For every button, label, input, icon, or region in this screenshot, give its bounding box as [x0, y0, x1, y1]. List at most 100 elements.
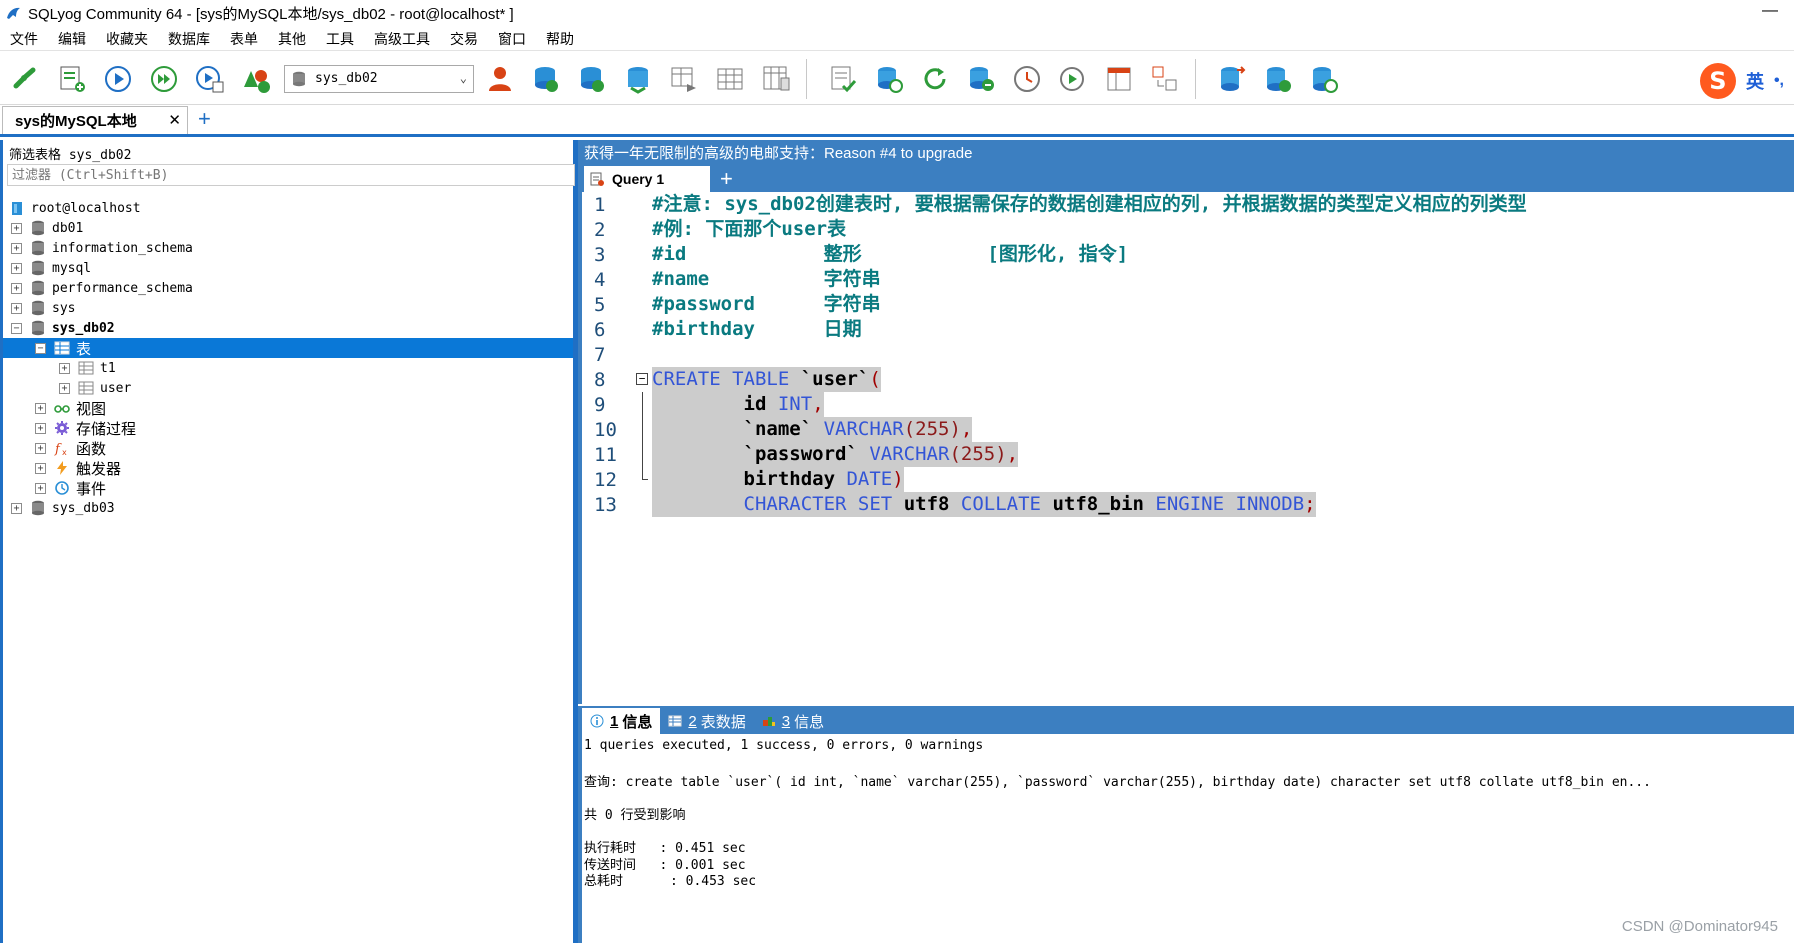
clock-play-icon — [1060, 66, 1084, 91]
add-connection-tab-button[interactable]: + — [198, 106, 211, 132]
query-builder-button[interactable] — [1053, 59, 1093, 99]
collapse-icon[interactable]: − — [35, 342, 46, 354]
execute-query-button[interactable] — [98, 59, 138, 99]
add-query-tab-button[interactable]: + — [720, 166, 733, 192]
menu-transaction[interactable]: 交易 — [440, 29, 488, 49]
upgrade-banner[interactable]: 获得一年无限制的高级的电邮支持：Reason #4 to upgrade — [578, 140, 1794, 164]
new-connection-button[interactable] — [6, 59, 46, 99]
table-data-button[interactable] — [710, 59, 750, 99]
scheduled-jobs-button[interactable] — [1007, 59, 1047, 99]
ime-indicator[interactable]: S 英 •, — [1699, 63, 1784, 99]
tree-table-t1[interactable]: + t1 — [3, 358, 573, 378]
tree-root-label: root@localhost — [31, 200, 141, 216]
backup-schedule-button[interactable] — [1304, 59, 1344, 99]
clock-icon — [1014, 65, 1040, 92]
expand-icon[interactable]: + — [11, 302, 22, 314]
backup-database-button[interactable] — [526, 59, 566, 99]
editor-line: 8 − CREATE TABLE `user`( — [582, 367, 1794, 392]
import-button[interactable] — [618, 59, 658, 99]
menu-file[interactable]: 文件 — [0, 29, 48, 49]
line-number: 3 — [594, 243, 606, 266]
result-tab-messages[interactable]: 1 信息 — [582, 708, 661, 734]
lightning-icon — [57, 461, 67, 475]
menu-advanced-tools[interactable]: 高级工具 — [364, 29, 440, 49]
result-tab-info[interactable]: 3 信息 — [754, 708, 832, 734]
query-tab[interactable]: Query 1 — [584, 166, 710, 192]
expand-icon[interactable]: + — [35, 402, 46, 414]
result-tab-number: 1 — [610, 712, 619, 730]
compare-button[interactable] — [1145, 59, 1185, 99]
tree-db-db01[interactable]: + db01 — [3, 218, 573, 238]
user-manager-button[interactable] — [480, 59, 520, 99]
menu-help[interactable]: 帮助 — [536, 29, 584, 49]
tree-db-mysql[interactable]: + mysql — [3, 258, 573, 278]
menu-edit[interactable]: 编辑 — [48, 29, 96, 49]
database-select[interactable]: sys_db02 ⌄ — [284, 64, 474, 93]
tree-folder-triggers[interactable]: + 触发器 — [3, 458, 573, 478]
expand-icon[interactable]: + — [35, 422, 46, 434]
restore-database-button[interactable] — [572, 59, 612, 99]
title-bar: SQLyog Community 64 - [sys的MySQL本地/sys_d… — [0, 0, 1794, 26]
tree-db-sys[interactable]: + sys — [3, 298, 573, 318]
expand-icon[interactable]: + — [35, 442, 46, 454]
expand-icon[interactable]: + — [11, 242, 22, 254]
expand-icon[interactable]: + — [59, 382, 70, 394]
filter-input[interactable] — [7, 164, 575, 186]
line-number: 2 — [594, 218, 606, 241]
tree-folder-tables[interactable]: − 表 — [3, 338, 573, 358]
minimize-button[interactable]: — — [1760, 2, 1780, 20]
color-blocks-icon — [762, 717, 775, 726]
tree-folder-views[interactable]: + 视图 — [3, 398, 573, 418]
tree-table-user[interactable]: + user — [3, 378, 573, 398]
sql-editor[interactable]: 1 #注意: sys_db02创建表时, 要根据需保存的数据创建相应的列, 并根… — [578, 192, 1794, 704]
new-query-button[interactable] — [52, 59, 92, 99]
import-external-button[interactable] — [961, 59, 1001, 99]
sql-keyword: CHARACTER SET — [743, 493, 893, 515]
execute-edit-button[interactable] — [190, 59, 230, 99]
migration-button[interactable] — [1212, 59, 1252, 99]
menu-window[interactable]: 窗口 — [488, 29, 536, 49]
execute-all-button[interactable] — [144, 59, 184, 99]
expand-icon[interactable]: + — [35, 462, 46, 474]
new-query-icon — [60, 66, 85, 92]
collapse-icon[interactable]: − — [11, 322, 22, 334]
ime-language[interactable]: 英 — [1746, 68, 1764, 94]
line-number: 11 — [594, 443, 617, 466]
tree-db-information-schema[interactable]: + information_schema — [3, 238, 573, 258]
fold-collapse-icon[interactable]: − — [636, 373, 648, 385]
menu-database[interactable]: 数据库 — [158, 29, 220, 49]
result-tab-table-data[interactable]: 2 表数据 — [660, 708, 753, 734]
tree-db-sys-db02[interactable]: − sys_db02 — [3, 318, 573, 338]
editor-line: 4 #name 字符串 — [582, 267, 1794, 292]
menu-tools[interactable]: 工具 — [316, 29, 364, 49]
editor-line: 2 #例: 下面那个user表 — [582, 217, 1794, 242]
expand-icon[interactable]: + — [11, 502, 22, 514]
tree-folder-events[interactable]: + 事件 — [3, 478, 573, 498]
expand-icon[interactable]: + — [35, 482, 46, 494]
tree-db-sys-db03[interactable]: + sys_db03 — [3, 498, 573, 518]
sync-wizard-button[interactable] — [1258, 59, 1298, 99]
connection-tab[interactable]: sys的MySQL本地 ✕ — [2, 106, 188, 134]
tree-folder-procedures[interactable]: + 存储过程 — [3, 418, 573, 438]
table-structure-button[interactable] — [756, 59, 796, 99]
schema-designer-button[interactable] — [236, 59, 276, 99]
schema-sync-button[interactable] — [823, 59, 863, 99]
tree-folder-functions[interactable]: + fx 函数 — [3, 438, 573, 458]
copy-table-button[interactable] — [664, 59, 704, 99]
tree-db-performance-schema[interactable]: + performance_schema — [3, 278, 573, 298]
menu-table[interactable]: 表单 — [220, 29, 268, 49]
menu-other[interactable]: 其他 — [268, 29, 316, 49]
tree-root-connection[interactable]: root@localhost — [3, 198, 573, 218]
ime-punctuation[interactable]: •, — [1774, 72, 1784, 90]
expand-icon[interactable]: + — [59, 362, 70, 374]
close-icon[interactable]: ✕ — [168, 111, 181, 129]
sql-value: utf8_bin — [1052, 493, 1144, 515]
refresh-button[interactable] — [915, 59, 955, 99]
expand-icon[interactable]: + — [11, 262, 22, 274]
expand-icon[interactable]: + — [11, 222, 22, 234]
menu-favorites[interactable]: 收藏夹 — [96, 29, 158, 49]
message-exec-time: 执行耗时 : 0.451 sec — [584, 841, 746, 856]
expand-icon[interactable]: + — [11, 282, 22, 294]
data-sync-button[interactable] — [869, 59, 909, 99]
schema-designer-grid-button[interactable] — [1099, 59, 1139, 99]
